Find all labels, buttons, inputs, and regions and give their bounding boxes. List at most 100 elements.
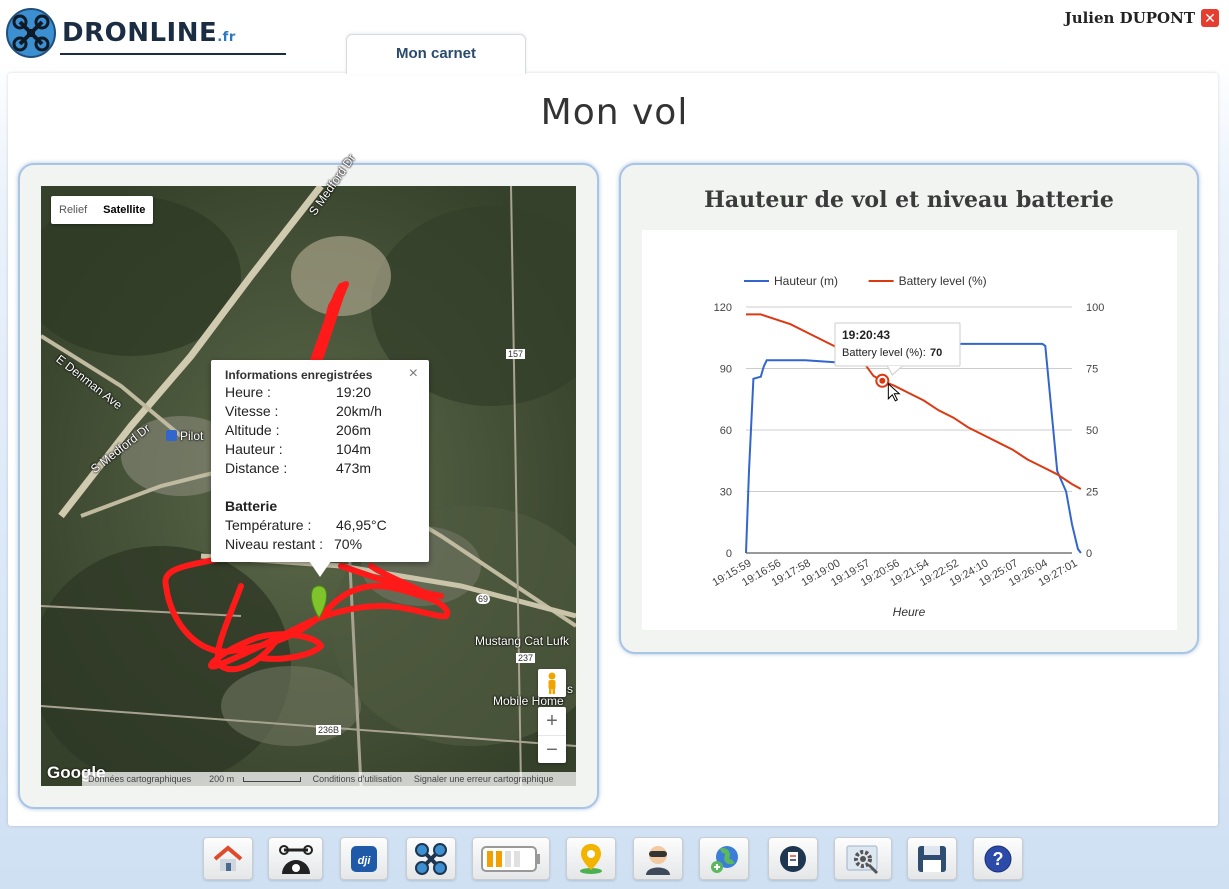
y-tick-right: 100 — [1086, 302, 1104, 314]
info-value: 206m — [336, 422, 372, 438]
y-tick-right: 0 — [1086, 548, 1092, 560]
zoom-out-button[interactable]: − — [538, 735, 566, 764]
tooltip-time: 19:20:43 — [842, 328, 890, 342]
map-scale-label: 200 m — [209, 774, 235, 784]
info-row: Distance : 473m — [225, 459, 415, 478]
y-tick-left: 60 — [720, 425, 732, 437]
fuel-icon — [166, 430, 177, 441]
legend-label: Hauteur (m) — [774, 274, 838, 288]
tooltip-pointer — [886, 365, 903, 376]
info-value: 104m — [336, 441, 372, 457]
zoom-in-button[interactable]: + — [538, 707, 566, 735]
close-icon[interactable]: × — [409, 365, 418, 383]
map-pin-button[interactable] — [566, 837, 616, 880]
page-title: Mon vol — [540, 92, 689, 133]
globe-icon — [707, 843, 741, 875]
info-battery-title: Batterie — [225, 498, 278, 514]
dji-button[interactable]: dji — [340, 837, 388, 880]
map-label-poi-text: Pilot — [180, 429, 204, 443]
map-type-control: Relief Satellite — [51, 196, 154, 224]
info-key: Niveau restant : — [225, 536, 324, 552]
chart-area: 0 30 60 90 120 0 25 50 75 100 19:15:59 19:16:56 19:1… — [642, 230, 1177, 630]
settings-icon — [845, 843, 881, 875]
info-key: Heure : — [225, 384, 271, 400]
save-button[interactable] — [907, 837, 957, 880]
info-value: 46,95°C — [336, 517, 387, 533]
battery-button[interactable] — [472, 837, 550, 880]
settings-button[interactable] — [834, 837, 892, 880]
map-footer: Données cartographiques 200 m Conditions… — [82, 772, 576, 786]
tooltip-value: 70 — [930, 347, 942, 359]
map-shield: 69 — [476, 594, 491, 604]
map-data-link[interactable]: Données cartographiques — [82, 772, 197, 786]
y-tick-right: 75 — [1086, 364, 1098, 376]
info-value: 20km/h — [336, 403, 382, 419]
info-row: Température : 46,95°C — [225, 516, 415, 535]
chart-title: Hauteur de vol et niveau batterie — [704, 187, 1114, 213]
logout-icon[interactable]: ✕ — [1201, 9, 1219, 27]
info-row: Heure : 19:20 — [225, 383, 415, 402]
info-window-pointer — [309, 561, 331, 577]
info-row: Vitesse : 20km/h — [225, 402, 415, 421]
svg-text:dji: dji — [358, 855, 372, 867]
map-label-poi: Mustang Cat Lufk — [475, 634, 570, 648]
y-tick-right: 25 — [1086, 487, 1098, 499]
drone-weather-button[interactable] — [268, 837, 323, 880]
map-type-satellite[interactable]: Satellite — [95, 196, 153, 224]
help-button[interactable]: ? — [973, 837, 1023, 880]
tooltip-marker-dot — [879, 377, 886, 384]
map-scale: 200 m — [197, 772, 307, 786]
pilot-button[interactable] — [633, 837, 683, 880]
globe-button[interactable] — [699, 837, 749, 880]
street-view-pegman-icon[interactable] — [538, 669, 566, 697]
home-icon — [211, 844, 245, 874]
drone-logo-icon — [6, 8, 56, 58]
y-tick-left: 90 — [720, 364, 732, 376]
save-icon — [916, 844, 948, 874]
y-tick-left: 30 — [720, 487, 732, 499]
map-type-relief[interactable]: Relief — [51, 196, 95, 224]
y-tick-left: 0 — [726, 548, 732, 560]
info-value: 70% — [334, 536, 363, 552]
logbook-icon — [778, 844, 808, 874]
user-name: Julien DUPONT — [1064, 9, 1195, 27]
info-row: Altitude : 206m — [225, 421, 415, 440]
legend-label: Battery level (%) — [899, 274, 987, 288]
battery-icon — [480, 844, 542, 874]
info-window: Informations enregistrées × Heure : 19:20… — [211, 360, 429, 562]
map-pin-icon — [576, 842, 606, 876]
drone-icon — [413, 841, 449, 877]
help-icon: ? — [983, 844, 1013, 874]
tab-mon-carnet[interactable]: Mon carnet — [346, 34, 526, 74]
info-key: Hauteur : — [225, 441, 283, 457]
info-row: Niveau restant : 70% — [225, 535, 415, 554]
info-row: Hauteur : 104m — [225, 440, 415, 459]
user-area: Julien DUPONT ✕ — [1065, 9, 1219, 27]
map-label-poi: s — [567, 682, 573, 696]
map-shield: 237 — [516, 653, 536, 663]
drone-weather-icon — [276, 842, 316, 876]
zoom-control: + − — [538, 707, 566, 763]
line-chart[interactable]: 0306090120025507510019:15:5919:16:5619:1… — [642, 230, 1177, 630]
logo-text: DRONLINE.fr — [62, 18, 236, 48]
info-key: Température : — [225, 517, 312, 533]
y-tick-left: 120 — [714, 302, 732, 314]
drone-button[interactable] — [406, 837, 456, 880]
logbook-button[interactable] — [768, 837, 818, 880]
info-key: Vitesse : — [225, 403, 279, 419]
map-label-poi: Pilot — [166, 429, 203, 443]
dronline-logo[interactable]: DRONLINE.fr — [6, 8, 236, 58]
home-button[interactable] — [203, 837, 253, 880]
report-error-link[interactable]: Signaler une erreur cartographique — [408, 772, 560, 786]
series-line-height — [745, 342, 1082, 554]
x-axis-label: Heure — [893, 605, 926, 619]
svg-text:?: ? — [993, 849, 1004, 869]
info-value: 473m — [336, 460, 372, 476]
info-key: Altitude : — [225, 422, 280, 438]
terms-link[interactable]: Conditions d'utilisation — [307, 772, 408, 786]
info-title: Informations enregistrées — [225, 368, 373, 382]
info-value: 19:20 — [336, 384, 372, 400]
map-shield: 236B — [316, 725, 342, 735]
info-key: Distance : — [225, 460, 288, 476]
y-tick-right: 50 — [1086, 425, 1098, 437]
